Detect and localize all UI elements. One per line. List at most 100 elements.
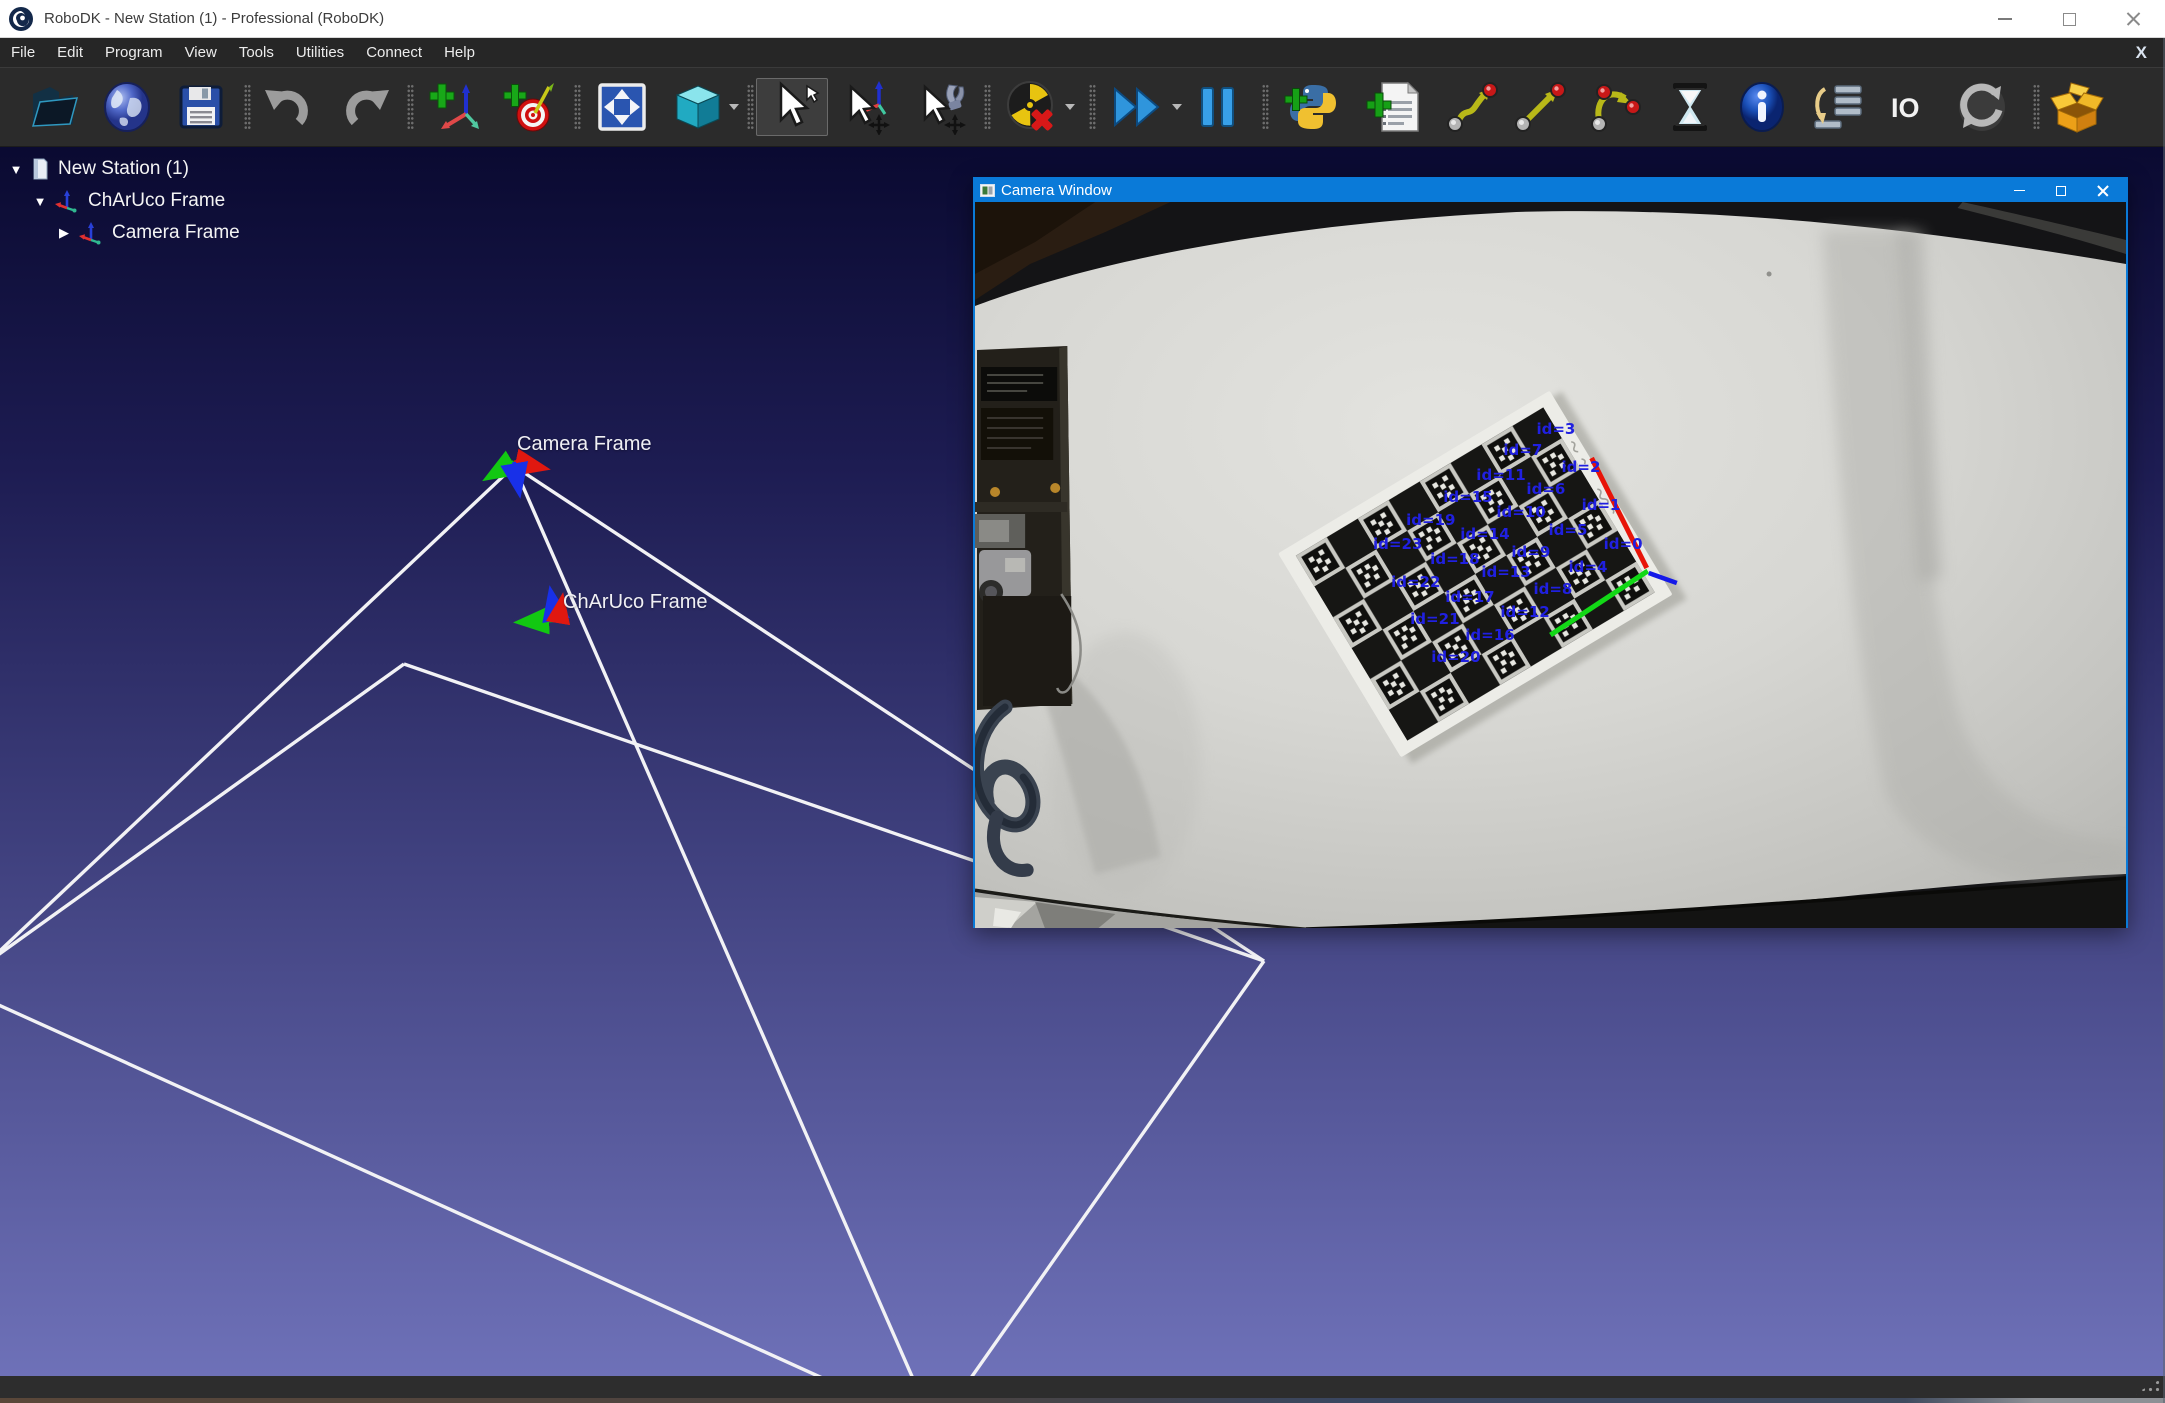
panel-close-button[interactable]: X [2128,38,2155,68]
isometric-cube-icon [671,80,725,134]
marker-id-label: id=16 [1465,626,1514,644]
add-target-button[interactable] [500,78,558,136]
add-program-icon [1366,79,1422,135]
program-call-button[interactable] [1809,78,1867,136]
menu-program[interactable]: Program [94,38,174,68]
tree-item-label: New Station (1) [58,158,189,180]
menu-view[interactable]: View [174,38,228,68]
resize-grip[interactable] [2133,1379,2161,1395]
collapse-arrow-icon[interactable]: ▶ [54,225,74,241]
tree-item-camera-frame[interactable]: ▶ Camera Frame [54,217,240,249]
save-station-button[interactable] [172,78,230,136]
toolbar-separator-handle[interactable] [244,84,251,130]
camera-close-button[interactable] [2082,179,2124,202]
charuco-frame-label: ChArUco Frame [563,591,707,614]
globe-icon [100,80,154,134]
add-target-icon [502,80,556,134]
minimize-button[interactable] [1973,0,2037,38]
open-library-button[interactable] [98,78,156,136]
collision-check-button[interactable] [1003,78,1061,136]
toolbar-separator-handle[interactable] [574,84,581,130]
marker-id-label: id=20 [1431,648,1480,666]
marker-id-label: id=8 [1533,580,1572,598]
toolbar-separator-handle[interactable] [2033,84,2040,130]
expand-arrow-icon[interactable]: ▼ [6,162,26,177]
show-message-button[interactable] [1733,78,1791,136]
svg-text:IO: IO [1891,93,1920,123]
open-project-button[interactable] [26,78,84,136]
move-joint-button[interactable] [1443,78,1501,136]
menu-tools[interactable]: Tools [228,38,285,68]
fit-view-button[interactable] [593,78,651,136]
update-program-button[interactable] [1953,78,2011,136]
tree-item-label: ChArUco Frame [88,190,225,212]
program-call-icon [1811,80,1865,134]
add-python-button[interactable] [1283,78,1341,136]
move-robot-tool-button[interactable] [912,78,970,136]
fit-all-icon [595,80,649,134]
export-box-icon [2049,79,2105,135]
maximize-button[interactable] [2037,0,2101,38]
menu-utilities[interactable]: Utilities [285,38,355,68]
view-button[interactable] [669,78,727,136]
reference-frame-icon [54,189,80,213]
toolbar-separator-handle[interactable] [1089,84,1096,130]
move-linear-button[interactable] [1511,78,1569,136]
pause-icon [1196,80,1240,134]
set-io-button[interactable]: IO [1889,78,1933,136]
viewport-3d[interactable]: Camera Frame ChArUco Frame ▼ New Station… [0,147,2165,1376]
camera-window: Camera Window [973,177,2128,928]
select-cursor-icon [763,78,821,136]
robodk-window: RoboDK - New Station (1) - Professional … [0,0,2165,1403]
fast-simulation-button[interactable] [1108,78,1166,136]
toolbar-separator-handle[interactable] [1262,84,1269,130]
marker-id-label: id=13 [1481,563,1530,581]
marker-id-label: id=5 [1548,521,1587,539]
menu-edit[interactable]: Edit [46,38,94,68]
toolbar: IO [0,68,2165,147]
menu-help[interactable]: Help [433,38,486,68]
title-bar[interactable]: RoboDK - New Station (1) - Professional … [0,0,2165,38]
toolbar-separator-handle[interactable] [984,84,991,130]
undo-button[interactable] [259,78,317,136]
pause-instruction-button[interactable] [1661,78,1719,136]
menu-file[interactable]: File [0,38,46,68]
tree-item-charuco-frame[interactable]: ▼ ChArUco Frame [30,185,240,217]
io-icon: IO [1889,80,1933,134]
move-robot-cursor-icon [913,79,969,135]
view-dropdown-caret[interactable] [729,104,739,110]
toolbar-separator-handle[interactable] [407,84,414,130]
charuco-frame-triad [521,593,562,622]
speed-dropdown-caret[interactable] [1172,104,1182,110]
tree-item-station[interactable]: ▼ New Station (1) [6,153,240,185]
marker-id-label: id=19 [1406,511,1455,529]
camera-window-titlebar[interactable]: Camera Window [975,179,2126,202]
marker-id-label: id=22 [1391,573,1440,591]
camera-frame-label: Camera Frame [517,433,651,456]
frustum-line [0,466,514,979]
collision-dropdown-caret[interactable] [1065,104,1075,110]
close-button[interactable] [2101,0,2165,38]
camera-minimize-button[interactable] [1998,179,2040,202]
maximize-icon [2056,186,2066,196]
camera-maximize-button[interactable] [2040,179,2082,202]
toolbar-separator-handle[interactable] [747,84,754,130]
camera-feed: id=0id=1id=2id=3id=4id=5id=6id=7id=8id=9… [975,202,2126,928]
marker-id-label: id=9 [1511,543,1550,561]
pause-simulation-button[interactable] [1196,78,1240,136]
collision-radioactive-icon [1004,79,1060,135]
marker-id-label: id=21 [1410,610,1459,628]
taskbar-sliver [0,1398,2165,1403]
move-circular-button[interactable] [1585,78,1643,136]
add-frame-button[interactable] [426,78,484,136]
menu-connect[interactable]: Connect [355,38,433,68]
export-simulation-button[interactable] [2048,78,2106,136]
redo-button[interactable] [337,78,395,136]
expand-arrow-icon[interactable]: ▼ [30,194,50,209]
add-program-button[interactable] [1365,78,1423,136]
move-reference-tool-button[interactable] [838,78,896,136]
tree-item-label: Camera Frame [112,222,240,244]
reference-frame-icon [78,221,104,245]
select-tool-button[interactable] [756,78,828,136]
marker-id-label: id=17 [1445,588,1494,606]
